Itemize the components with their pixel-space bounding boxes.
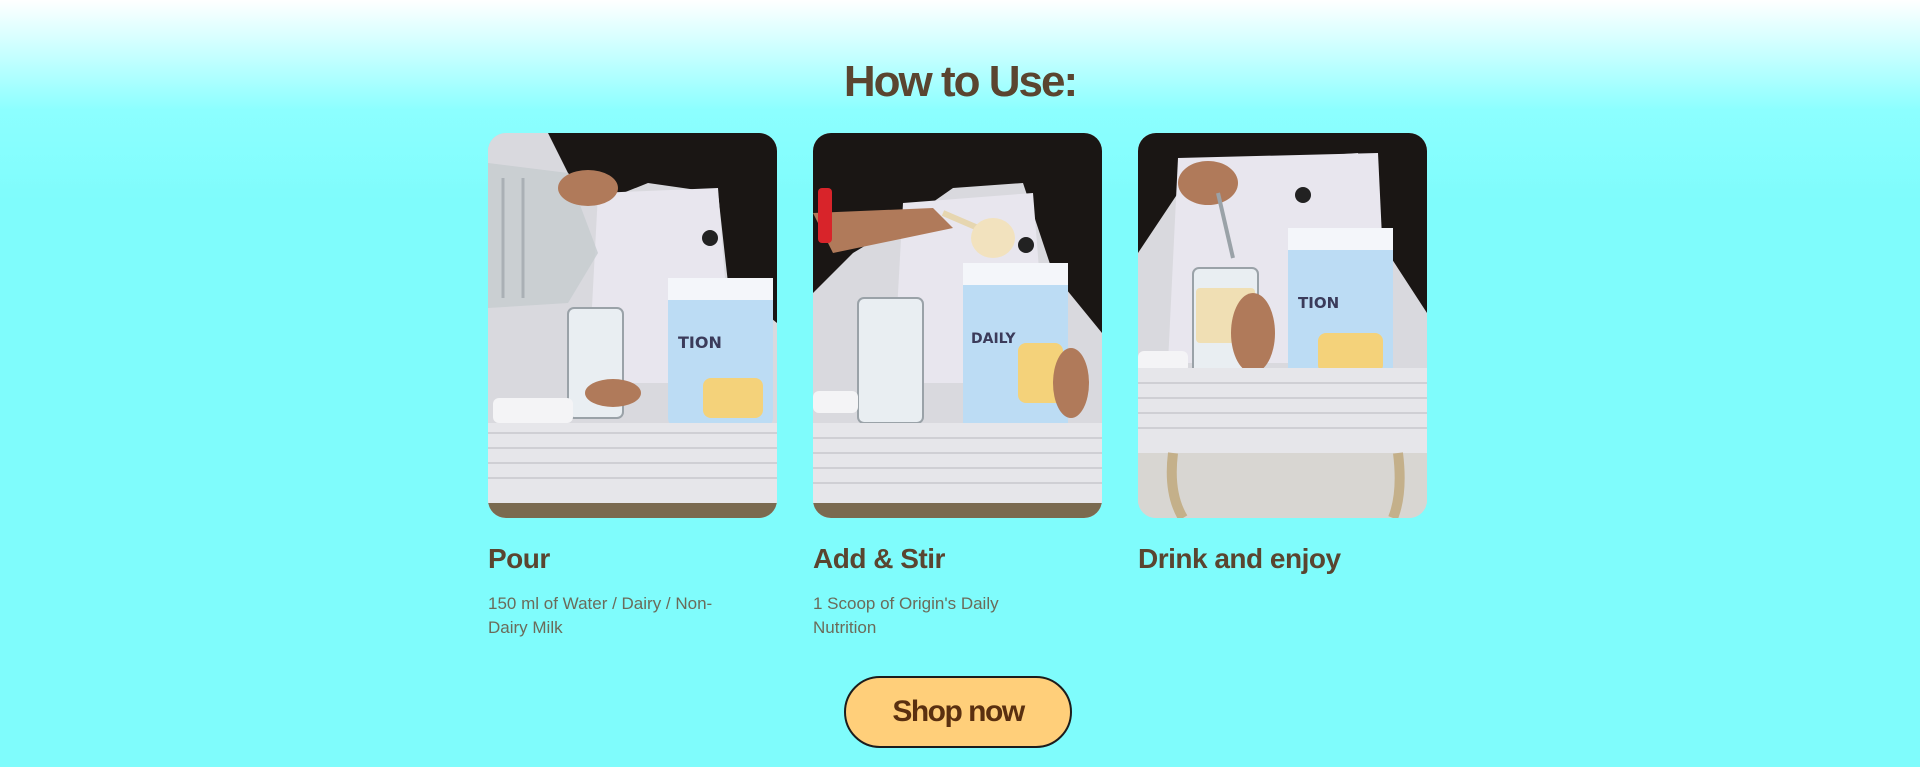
step-image-pour: TION — [488, 133, 777, 518]
step-title: Drink and enjoy — [1138, 543, 1341, 574]
step-title: Add & Stir — [813, 543, 945, 574]
step-card-pour: TION Pour 150 ml of Water / Dairy / Non-… — [488, 133, 777, 640]
step-title: Pour — [488, 543, 550, 574]
svg-text:TION: TION — [678, 333, 722, 352]
step-image-drink-enjoy: TION — [1138, 133, 1427, 518]
shop-now-button[interactable]: Shop now — [844, 676, 1072, 748]
svg-text:TION: TION — [1298, 294, 1339, 312]
step-image-add-stir: DAILY — [813, 133, 1102, 518]
step-description: 150 ml of Water / Dairy / Non-Dairy Milk — [488, 594, 713, 637]
step-card-add-stir: DAILY Add & Stir 1 Scoop of Origin's Dai… — [813, 133, 1102, 640]
svg-text:DAILY: DAILY — [971, 331, 1016, 347]
section-title: How to Use: — [843, 57, 1078, 106]
steps-grid: TION Pour 150 ml of Water / Dairy / Non-… — [488, 133, 1432, 653]
step-description: 1 Scoop of Origin's Daily Nutrition — [813, 594, 999, 637]
step-card-drink-enjoy: TION Drink and enjoy — [1138, 133, 1427, 592]
